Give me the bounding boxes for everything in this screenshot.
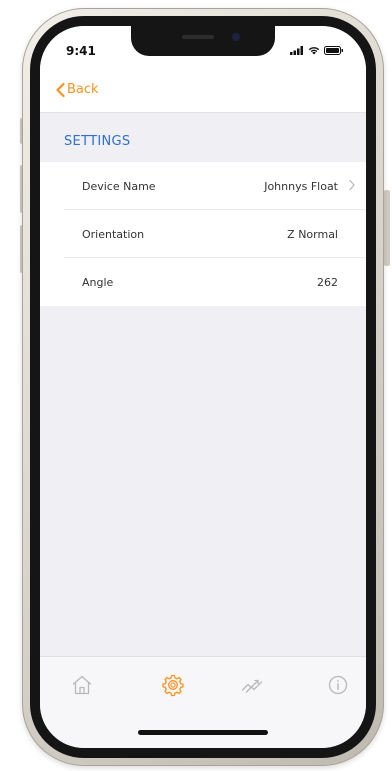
- tab-settings[interactable]: [161, 673, 185, 697]
- tab-info[interactable]: [326, 673, 350, 697]
- home-indicator[interactable]: [138, 730, 268, 735]
- device-notch: [131, 26, 275, 56]
- setting-row-orientation[interactable]: Orientation Z Normal: [40, 210, 366, 258]
- front-camera: [232, 33, 240, 41]
- activity-icon: [241, 679, 263, 693]
- back-label: Back: [67, 82, 99, 97]
- status-icons: [290, 46, 344, 55]
- status-time: 9:41: [66, 44, 96, 58]
- setting-value: 262: [317, 275, 338, 289]
- info-icon: [328, 675, 348, 695]
- device-mockup: 9:41 Back SETTINGS Device Name Johnnys F…: [0, 0, 392, 771]
- power-button: [384, 190, 390, 266]
- gear-icon: [162, 674, 184, 697]
- setting-label: Angle: [82, 275, 114, 289]
- navigation-bar: Back: [40, 70, 366, 113]
- setting-value: Z Normal: [287, 227, 338, 241]
- speaker-grille: [182, 35, 214, 39]
- setting-row-device-name[interactable]: Device Name Johnnys Float: [40, 162, 366, 210]
- setting-row-angle[interactable]: Angle 262: [40, 258, 366, 306]
- section-header: SETTINGS: [64, 134, 131, 149]
- setting-label: Orientation: [82, 227, 145, 241]
- setting-label: Device Name: [82, 179, 156, 193]
- home-icon: [72, 675, 92, 695]
- back-button[interactable]: Back: [56, 82, 99, 97]
- tab-activity[interactable]: [240, 673, 264, 697]
- settings-list: Device Name Johnnys Float Orientation Z …: [40, 162, 366, 306]
- wifi-icon: [308, 47, 320, 55]
- tab-home[interactable]: [70, 673, 94, 697]
- signal-icon: [290, 46, 303, 55]
- chevron-right-icon: [349, 179, 355, 191]
- chevron-left-icon: [56, 82, 65, 97]
- battery-icon: [324, 46, 343, 55]
- setting-value: Johnnys Float: [264, 179, 338, 193]
- app-screen: 9:41 Back SETTINGS Device Name Johnnys F…: [40, 26, 366, 748]
